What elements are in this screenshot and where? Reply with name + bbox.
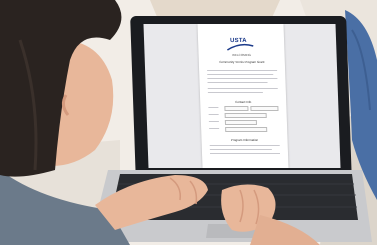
woman-using-laptop: [0, 0, 320, 245]
photo-scene: USTA WELCOMING Community Tennis Program …: [0, 0, 377, 245]
